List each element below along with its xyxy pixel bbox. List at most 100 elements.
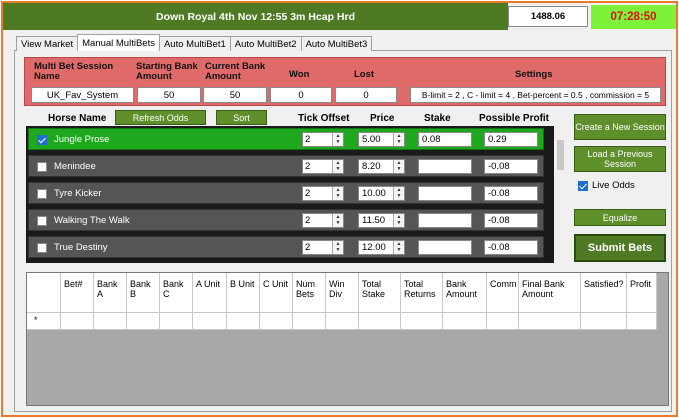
live-odds-checkbox[interactable]: Live Odds (578, 180, 635, 191)
title-bar: Down Royal 4th Nov 12:55 3m Hcap Hrd 148… (3, 3, 676, 30)
price-stepper[interactable]: 12.00 ▲ ▼ (358, 240, 405, 255)
grid-col-bank-a[interactable]: Bank A (94, 273, 127, 313)
horse-checkbox[interactable] (37, 216, 47, 226)
tick-offset-stepper[interactable]: 2 ▲ ▼ (302, 132, 344, 147)
lost-field[interactable]: 0 (335, 87, 397, 103)
session-name-label: Multi Bet Session Name (34, 61, 114, 82)
tick-offset-stepper[interactable]: 2 ▲ ▼ (302, 186, 344, 201)
price-stepper[interactable]: 5.00 ▲ ▼ (358, 132, 405, 147)
create-session-button[interactable]: Create a New Session (574, 114, 666, 140)
grid-new-row[interactable]: * (27, 313, 657, 330)
spin-arrows-icon[interactable]: ▲ ▼ (393, 187, 404, 200)
tab-manual-multibets[interactable]: Manual MultiBets (77, 34, 160, 51)
grid-cell[interactable] (160, 313, 193, 330)
horse-name-header: Horse Name (48, 113, 107, 124)
spin-arrows-icon[interactable]: ▲ ▼ (332, 241, 343, 254)
won-field[interactable]: 0 (270, 87, 332, 103)
grid-col-bank-amount[interactable]: Bank Amount (443, 273, 487, 313)
settings-field[interactable]: B-limit = 2 , C - limit = 4 , Bet-percen… (410, 87, 661, 103)
tab-view-market[interactable]: View Market (16, 36, 79, 51)
price-stepper[interactable]: 11.50 ▲ ▼ (358, 213, 405, 228)
tick-value: 2 (305, 215, 311, 226)
grid-cell[interactable] (581, 313, 627, 330)
spin-arrows-icon[interactable]: ▲ ▼ (393, 133, 404, 146)
checkbox-checked-icon[interactable] (578, 180, 588, 191)
grid-col-final-bank-amount[interactable]: Final Bank Amount (519, 273, 581, 313)
grid-col-num-bets[interactable]: Num Bets (293, 273, 326, 313)
sort-button[interactable]: Sort (216, 110, 267, 125)
grid-cell[interactable] (627, 313, 657, 330)
grid-cell[interactable] (94, 313, 127, 330)
grid-cell[interactable] (293, 313, 326, 330)
grid-cell[interactable] (193, 313, 227, 330)
new-row-marker: * (27, 313, 61, 330)
grid-cell[interactable] (326, 313, 359, 330)
refresh-odds-button[interactable]: Refresh Odds (115, 110, 206, 125)
tab-auto-multibet2[interactable]: Auto MultiBet2 (229, 36, 302, 51)
grid-header: Bet# Bank A Bank B Bank C A Unit B Unit … (27, 273, 657, 313)
grid-cell[interactable] (127, 313, 160, 330)
tick-value: 2 (305, 134, 311, 145)
session-name-field[interactable]: UK_Fav_System (31, 87, 134, 103)
stake-input[interactable] (418, 213, 472, 228)
tick-offset-stepper[interactable]: 2 ▲ ▼ (302, 213, 344, 228)
stake-header: Stake (424, 113, 451, 124)
stake-input[interactable] (418, 159, 472, 174)
grid-col-total-stake[interactable]: Total Stake (359, 273, 401, 313)
horse-name: True Destiny (54, 242, 108, 253)
spin-arrows-icon[interactable]: ▲ ▼ (332, 133, 343, 146)
grid-col-satisfied[interactable]: Satisfied? (581, 273, 627, 313)
price-stepper[interactable]: 10.00 ▲ ▼ (358, 186, 405, 201)
horse-checkbox[interactable] (37, 135, 47, 145)
spin-arrows-icon[interactable]: ▲ ▼ (393, 214, 404, 227)
horse-list-scrollbar[interactable] (557, 140, 564, 170)
grid-cell[interactable] (519, 313, 581, 330)
submit-bets-button[interactable]: Submit Bets (574, 234, 666, 262)
grid-col-a-unit[interactable]: A Unit (193, 273, 227, 313)
session-panel: Multi Bet Session Name Starting Bank Amo… (24, 57, 666, 106)
equalize-button[interactable]: Equalize (574, 209, 666, 226)
grid-cell[interactable] (227, 313, 260, 330)
profit-field: 0.29 (484, 132, 538, 147)
grid-cell[interactable] (260, 313, 293, 330)
horse-row[interactable]: Tyre Kicker 2 ▲ ▼ 10.00 ▲ ▼ -0.08 (28, 182, 544, 204)
grid-cell[interactable] (487, 313, 519, 330)
spin-arrows-icon[interactable]: ▲ ▼ (332, 187, 343, 200)
grid-col-win-div[interactable]: Win Div (326, 273, 359, 313)
grid-col-total-returns[interactable]: Total Returns (401, 273, 443, 313)
horse-row[interactable]: Menindee 2 ▲ ▼ 8.20 ▲ ▼ -0.08 (28, 155, 544, 177)
tab-auto-multibet3[interactable]: Auto MultiBet3 (300, 36, 373, 51)
spin-arrows-icon[interactable]: ▲ ▼ (393, 241, 404, 254)
stake-input[interactable]: 0.08 (418, 132, 472, 147)
grid-col-bank-c[interactable]: Bank C (160, 273, 193, 313)
current-bank-field[interactable]: 50 (203, 87, 267, 103)
spin-arrows-icon[interactable]: ▲ ▼ (393, 160, 404, 173)
horse-checkbox[interactable] (37, 162, 47, 172)
grid-col-b-unit[interactable]: B Unit (227, 273, 260, 313)
grid-col-comm[interactable]: Comm (487, 273, 519, 313)
starting-bank-field[interactable]: 50 (137, 87, 201, 103)
grid-cell[interactable] (443, 313, 487, 330)
horse-row[interactable]: True Destiny 2 ▲ ▼ 12.00 ▲ ▼ -0.08 (28, 236, 544, 258)
load-session-button[interactable]: Load a Previous Session (574, 146, 666, 172)
grid-cell[interactable] (401, 313, 443, 330)
grid-col-bet-num[interactable]: Bet# (61, 273, 94, 313)
grid-col-c-unit[interactable]: C Unit (260, 273, 293, 313)
horse-row[interactable]: Walking The Walk 2 ▲ ▼ 11.50 ▲ ▼ -0.08 (28, 209, 544, 231)
bets-grid[interactable]: Bet# Bank A Bank B Bank C A Unit B Unit … (26, 272, 669, 406)
grid-col-bank-b[interactable]: Bank B (127, 273, 160, 313)
spin-arrows-icon[interactable]: ▲ ▼ (332, 160, 343, 173)
horse-checkbox[interactable] (37, 189, 47, 199)
grid-cell[interactable] (61, 313, 94, 330)
tab-auto-multibet1[interactable]: Auto MultiBet1 (158, 36, 231, 51)
stake-input[interactable] (418, 240, 472, 255)
tick-offset-stepper[interactable]: 2 ▲ ▼ (302, 159, 344, 174)
stake-input[interactable] (418, 186, 472, 201)
grid-col-profit[interactable]: Profit (627, 273, 657, 313)
tick-offset-stepper[interactable]: 2 ▲ ▼ (302, 240, 344, 255)
horse-row[interactable]: Jungle Prose 2 ▲ ▼ 5.00 ▲ ▼ 0.08 0.29 (28, 128, 544, 150)
horse-checkbox[interactable] (37, 243, 47, 253)
price-stepper[interactable]: 8.20 ▲ ▼ (358, 159, 405, 174)
grid-cell[interactable] (359, 313, 401, 330)
spin-arrows-icon[interactable]: ▲ ▼ (332, 214, 343, 227)
